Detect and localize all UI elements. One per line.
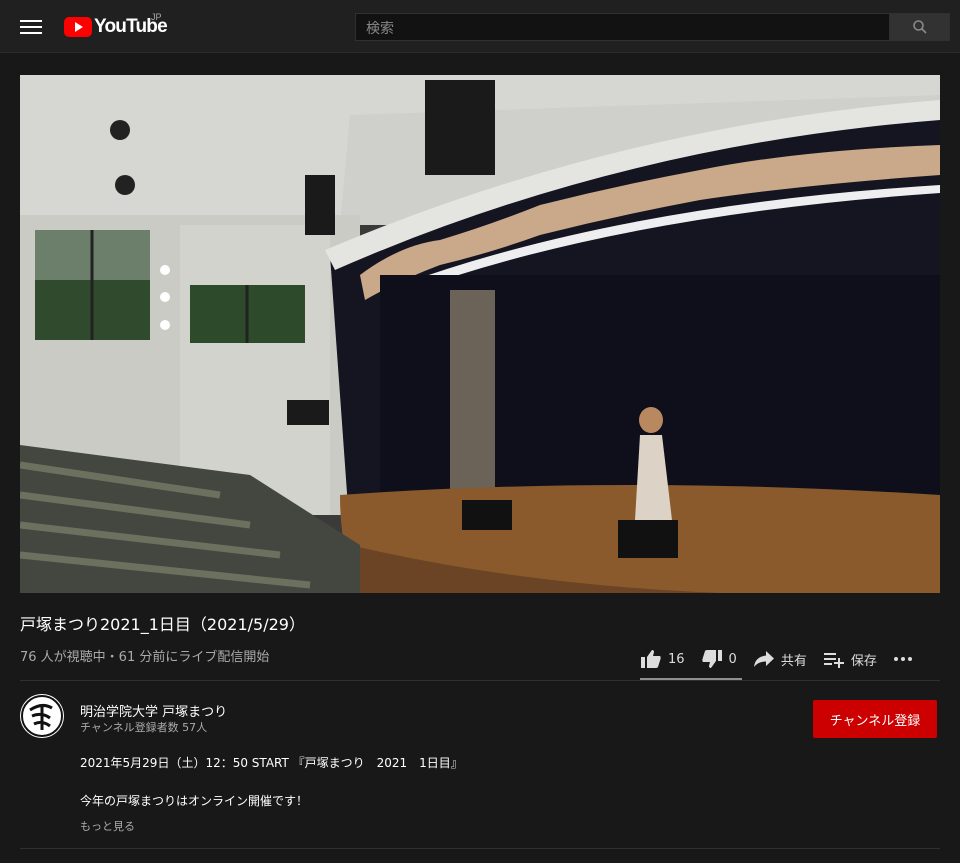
divider: [20, 680, 940, 681]
channel-logo-icon: [21, 695, 63, 737]
divider: [20, 848, 940, 849]
save-button[interactable]: 保存: [823, 650, 877, 669]
dislike-count: 0: [728, 651, 737, 667]
description-line: 2021年5月29日（土）12：50 START 『戸塚まつり 2021 1日目…: [80, 756, 463, 770]
share-label: 共有: [780, 653, 807, 669]
share-button[interactable]: 共有: [753, 650, 807, 669]
youtube-logo-icon: [64, 17, 92, 37]
more-actions-button[interactable]: [893, 656, 919, 662]
description-line: 今年の戸塚まつりはオンライン開催です！: [80, 794, 309, 808]
action-bar: 16 0 共有 保存: [640, 640, 935, 678]
like-count: 16: [668, 651, 685, 667]
subscriber-count: チャンネル登録者数 57人: [80, 721, 208, 734]
thumbs-up-icon: [641, 650, 661, 668]
menu-icon[interactable]: [20, 16, 42, 36]
search-icon: [912, 20, 927, 34]
show-more-link[interactable]: もっと見る: [80, 818, 135, 834]
thumbs-down-icon: [701, 650, 722, 668]
channel-avatar[interactable]: [20, 694, 64, 738]
view-meta: 76 人が視聴中・61 分前にライブ配信開始: [20, 650, 270, 665]
video-frame: [20, 75, 940, 593]
dislike-button[interactable]: 0: [701, 649, 737, 669]
subscribe-button[interactable]: チャンネル登録: [813, 700, 937, 738]
search-input[interactable]: 検索: [355, 13, 890, 41]
playlist-add-icon: [823, 653, 844, 668]
like-button[interactable]: 16: [640, 649, 685, 669]
top-bar: YouTube JP 検索: [0, 0, 960, 53]
video-title: 戸塚まつり2021_1日目（2021/5/29）: [20, 615, 305, 634]
more-horizontal-icon: [893, 657, 912, 661]
channel-name[interactable]: 明治学院大学 戸塚まつり: [80, 701, 227, 720]
save-label: 保存: [850, 653, 877, 669]
region-label: JP: [151, 12, 162, 22]
search-button[interactable]: [889, 13, 950, 41]
video-player[interactable]: [20, 75, 940, 593]
share-icon: [753, 651, 774, 667]
